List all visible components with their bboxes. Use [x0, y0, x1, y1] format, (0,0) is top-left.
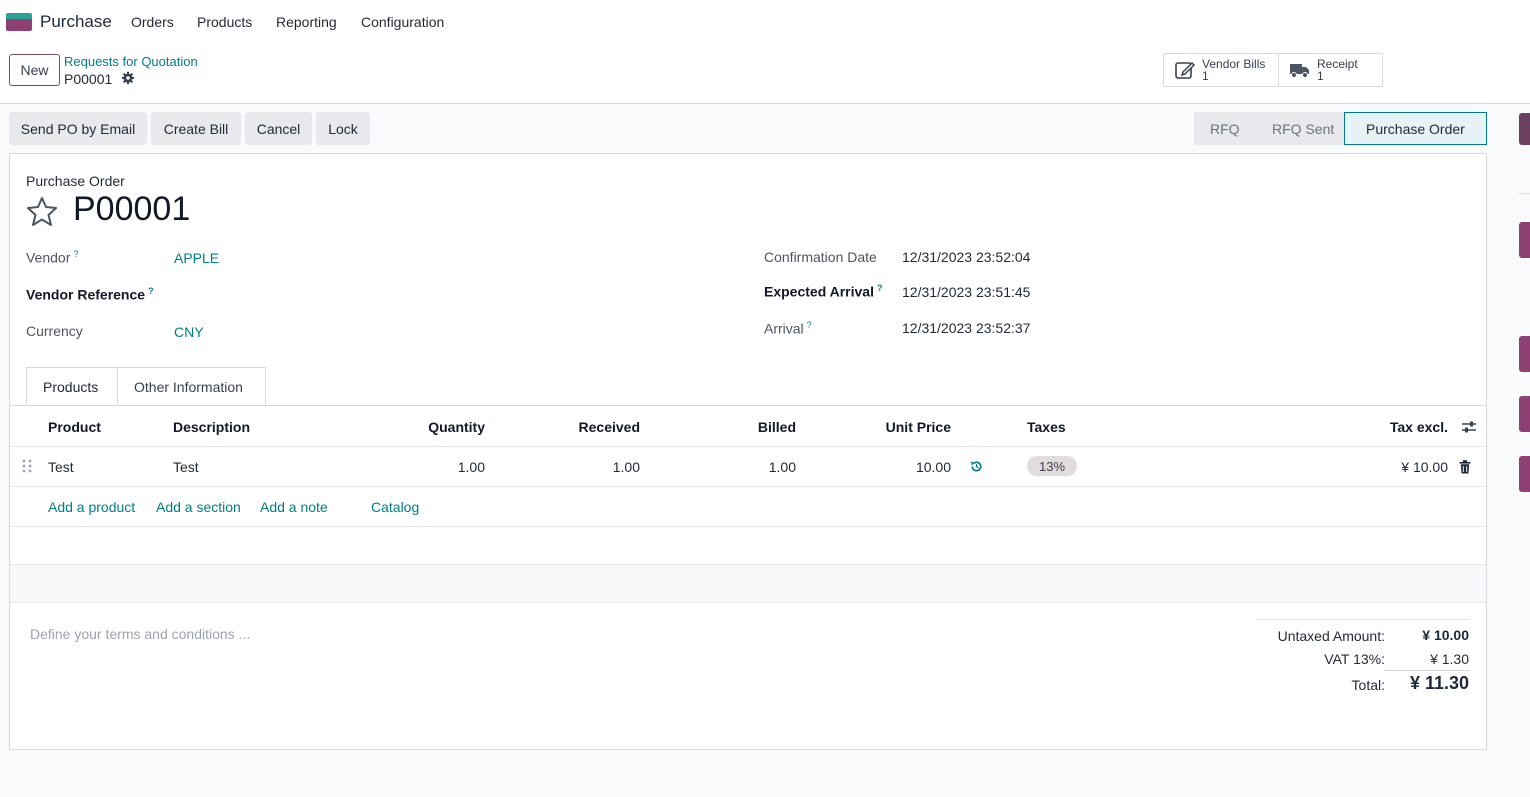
new-button[interactable]: New [9, 54, 60, 86]
status-bar: RFQ RFQ Sent Purchase Order [1194, 112, 1487, 145]
chatter-tab[interactable] [1519, 113, 1530, 145]
total-divider [1384, 670, 1470, 671]
arrival-label: Arrival? [764, 320, 812, 337]
status-rfq[interactable]: RFQ [1194, 112, 1254, 145]
row-divider [10, 564, 1486, 565]
menu-orders[interactable]: Orders [131, 14, 174, 30]
col-tax-excl[interactable]: Tax excl. [1348, 419, 1448, 435]
vendor-reference-label: Vendor Reference? [26, 286, 154, 303]
status-rfq-sent[interactable]: RFQ Sent [1254, 112, 1344, 145]
vendor-label: Vendor? [26, 249, 79, 266]
gear-icon[interactable] [121, 71, 135, 85]
chatter-tab[interactable] [1519, 222, 1530, 258]
catalog-link[interactable]: Catalog [371, 499, 419, 515]
line-quantity[interactable]: 1.00 [385, 459, 485, 475]
status-purchase-order[interactable]: Purchase Order [1344, 112, 1487, 145]
confirmation-date-field[interactable]: 12/31/2023 23:52:04 [902, 249, 1030, 265]
line-received[interactable]: 1.00 [540, 459, 640, 475]
breadcrumb-current: P00001 [64, 71, 113, 87]
receipt-smart-button[interactable]: Receipt 1 [1278, 53, 1383, 87]
truck-icon [1290, 64, 1309, 78]
totals-divider [1256, 619, 1470, 620]
tab-other-information[interactable]: Other Information [118, 367, 266, 406]
expected-arrival-label: Expected Arrival? [764, 283, 883, 300]
chatter-tab[interactable] [1519, 336, 1530, 372]
add-note-link[interactable]: Add a note [260, 499, 328, 515]
vendor-bills-smart-button[interactable]: Vendor Bills 1 [1163, 53, 1279, 87]
vendor-help-icon[interactable]: ? [73, 249, 78, 259]
col-received[interactable]: Received [540, 419, 640, 435]
vendor-field[interactable]: APPLE [174, 250, 219, 266]
total-value: ¥ 11.30 [1409, 673, 1469, 693]
chatter-divider [1519, 193, 1530, 194]
terms-conditions-field[interactable]: Define your terms and conditions ... [30, 626, 250, 642]
menu-reporting[interactable]: Reporting [276, 14, 337, 30]
line-subtotal: ¥ 10.00 [1401, 459, 1448, 475]
vendor-bills-label: Vendor Bills [1202, 57, 1266, 71]
untaxed-amount-value: ¥ 10.00 [1422, 627, 1469, 643]
reset-price-icon[interactable] [969, 459, 984, 474]
tab-products[interactable]: Products [26, 367, 118, 406]
empty-row [10, 565, 1486, 603]
currency-label: Currency [26, 323, 83, 339]
order-name: P00001 [73, 190, 191, 228]
line-description[interactable]: Test [173, 459, 199, 475]
currency-field[interactable]: CNY [174, 324, 204, 340]
purchase-app-icon[interactable] [6, 13, 32, 31]
notebook-tabs: Products Other Information [26, 367, 266, 406]
trash-icon[interactable] [1459, 460, 1471, 474]
menu-configuration[interactable]: Configuration [361, 14, 444, 30]
col-product[interactable]: Product [48, 419, 101, 435]
vat-label: VAT 13%: [1324, 651, 1385, 667]
vendor-bills-count: 1 [1202, 69, 1209, 83]
row-divider [10, 486, 1486, 487]
untaxed-amount-label: Untaxed Amount: [1277, 628, 1385, 644]
vat-value: ¥ 1.30 [1430, 651, 1469, 667]
chatter-tab[interactable] [1519, 456, 1530, 492]
drag-handle-icon[interactable] [22, 459, 32, 473]
control-panel: New Requests for Quotation P00001 Vendor… [0, 44, 1530, 104]
tax-tag[interactable]: 13% [1027, 456, 1077, 476]
arrival-field[interactable]: 12/31/2023 23:52:37 [902, 320, 1030, 336]
optional-columns-icon[interactable] [1461, 419, 1477, 435]
row-divider [10, 602, 1486, 603]
line-unit-price[interactable]: 10.00 [851, 459, 951, 475]
add-product-link[interactable]: Add a product [48, 499, 135, 515]
expected-arrival-help-icon[interactable]: ? [877, 283, 883, 293]
chatter-tab[interactable] [1519, 396, 1530, 432]
arrival-help-icon[interactable]: ? [807, 320, 812, 330]
add-section-link[interactable]: Add a section [156, 499, 241, 515]
send-po-button[interactable]: Send PO by Email [9, 112, 147, 145]
vendor-reference-help-icon[interactable]: ? [148, 286, 154, 296]
app-name[interactable]: Purchase [40, 12, 112, 32]
action-bar: Send PO by Email Create Bill Cancel Lock… [0, 104, 1530, 154]
tab-divider [10, 405, 1486, 406]
document-type-label: Purchase Order [26, 173, 125, 189]
row-divider [10, 526, 1486, 527]
lock-button[interactable]: Lock [316, 112, 370, 145]
breadcrumb-parent[interactable]: Requests for Quotation [64, 54, 198, 69]
cancel-button[interactable]: Cancel [245, 112, 312, 145]
form-sheet: Purchase Order P00001 Vendor? APPLE Vend… [9, 153, 1487, 750]
col-billed[interactable]: Billed [696, 419, 796, 435]
col-description[interactable]: Description [173, 419, 250, 435]
col-taxes[interactable]: Taxes [1027, 419, 1066, 435]
top-navbar: Purchase Orders Products Reporting Confi… [0, 0, 1530, 44]
header-divider [10, 446, 1486, 447]
line-product[interactable]: Test [48, 459, 74, 475]
col-unit-price[interactable]: Unit Price [851, 419, 951, 435]
menu-products[interactable]: Products [197, 14, 252, 30]
create-bill-button[interactable]: Create Bill [151, 112, 241, 145]
col-quantity[interactable]: Quantity [385, 419, 485, 435]
star-icon[interactable] [26, 196, 58, 226]
confirmation-date-label: Confirmation Date [764, 249, 877, 265]
expected-arrival-field[interactable]: 12/31/2023 23:51:45 [902, 284, 1030, 300]
receipt-count: 1 [1317, 69, 1324, 83]
line-billed[interactable]: 1.00 [696, 459, 796, 475]
edit-document-icon [1175, 61, 1196, 79]
